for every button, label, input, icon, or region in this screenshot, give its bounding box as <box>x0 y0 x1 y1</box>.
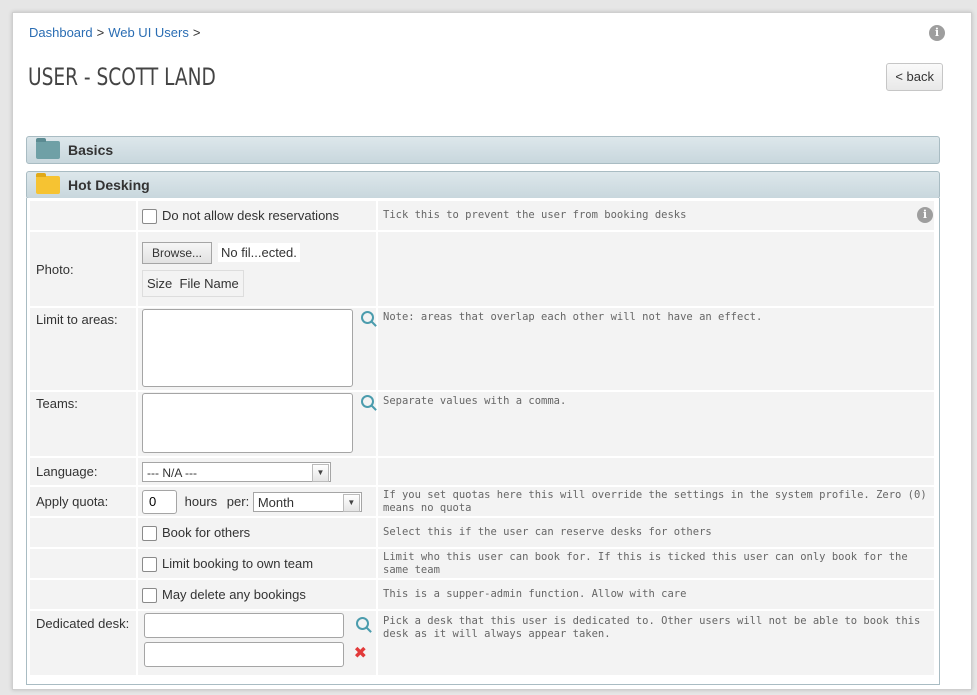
quota-hint: If you set quotas here this will overrid… <box>378 487 934 516</box>
teams-hint: Separate values with a comma. <box>378 392 934 456</box>
breadcrumb: Dashboard > Web UI Users > <box>29 25 204 40</box>
browse-button[interactable]: Browse... <box>142 241 213 264</box>
dedicated-label: Dedicated desk: <box>30 611 136 675</box>
form-control <box>138 308 376 390</box>
areas-textarea[interactable] <box>142 309 353 387</box>
breadcrumb-dashboard-link[interactable]: Dashboard <box>29 25 93 40</box>
form-row-areas: Limit to areas: Note: areas that overlap… <box>30 308 934 390</box>
clear-icon[interactable]: ✖ <box>354 645 367 662</box>
quota-period-value: Month <box>257 494 294 510</box>
form-row-book-others: Book for others Select this if the user … <box>30 518 934 547</box>
no-reservations-label: Do not allow desk reservations <box>162 208 340 224</box>
teams-label: Teams: <box>30 392 136 456</box>
areas-label: Limit to areas: <box>30 308 136 390</box>
form-control <box>138 392 376 456</box>
form-control: Do not allow desk reservations <box>138 201 376 230</box>
teams-textarea[interactable] <box>142 393 353 453</box>
no-reservations-checkbox[interactable] <box>142 208 157 224</box>
form-row-no-reservations: Do not allow desk reservations Tick this… <box>30 201 934 230</box>
chevron-down-icon: ▼ <box>312 463 329 482</box>
file-list-header: Size File Name <box>142 269 244 297</box>
dedicated-desk-input[interactable] <box>144 613 344 638</box>
form-row-quota: Apply quota: hours per: Month ▼ If you se… <box>30 487 934 516</box>
hot-desking-panel-header[interactable]: Hot Desking <box>26 171 940 199</box>
breadcrumb-separator: > <box>96 25 105 40</box>
own-team-checkbox[interactable] <box>142 556 157 572</box>
form-control: --- N/A --- ▼ <box>138 458 376 485</box>
form-row-language: Language: --- N/A --- ▼ <box>30 458 934 485</box>
hot-desking-panel-title: Hot Desking <box>68 177 150 193</box>
quota-period-select[interactable]: Month ▼ <box>252 491 362 512</box>
photo-label: Photo: <box>30 232 136 306</box>
form-row-own-team: Limit booking to own team Limit who this… <box>30 549 934 578</box>
dedicated-hint: Pick a desk that this user is dedicated … <box>378 611 934 675</box>
areas-hint: Note: areas that overlap each other will… <box>378 308 934 390</box>
no-reservations-hint: Tick this to prevent the user from booki… <box>378 201 934 230</box>
quota-label: Apply quota: <box>30 487 136 516</box>
hot-desking-panel-body: Do not allow desk reservations Tick this… <box>26 198 940 685</box>
form-control: Book for others <box>138 518 376 547</box>
book-others-label: Book for others <box>162 525 251 541</box>
main-window: Dashboard > Web UI Users > i USER - SCOTT L… <box>12 12 972 690</box>
form-control: hours per: Month ▼ <box>138 487 376 516</box>
breadcrumb-separator: > <box>192 25 201 40</box>
page-title: USER - SCOTT LAND <box>28 63 216 91</box>
search-icon[interactable] <box>360 311 374 324</box>
search-icon[interactable] <box>355 617 369 630</box>
book-others-checkbox[interactable] <box>142 525 157 541</box>
basics-panel-title: Basics <box>68 142 114 158</box>
delete-any-checkbox[interactable] <box>142 587 157 603</box>
file-size-header: Size <box>147 275 173 291</box>
own-team-label: Limit booking to own team <box>162 556 314 572</box>
dedicated-desk-display[interactable] <box>144 642 344 667</box>
language-label: Language: <box>30 458 136 485</box>
form-control: Browse... No fil...ected. Size File Name <box>138 232 376 306</box>
form-label-empty <box>30 518 136 547</box>
file-name-header: File Name <box>179 275 239 291</box>
form-row-delete-any: May delete any bookings This is a supper… <box>30 580 934 609</box>
file-status-text: No fil...ected. <box>218 243 300 262</box>
form-control: Limit booking to own team <box>138 549 376 578</box>
folder-open-icon <box>36 173 60 194</box>
folder-closed-icon <box>36 138 60 159</box>
quota-per-label: per: <box>226 494 250 509</box>
form-control: ✖ <box>138 611 376 675</box>
delete-any-label: May delete any bookings <box>162 587 306 603</box>
quota-hours-label: hours <box>184 494 218 509</box>
form-label-empty <box>30 580 136 609</box>
language-value: --- N/A --- <box>147 465 197 480</box>
no-reservations-hint-text: Tick this to prevent the user from booki… <box>383 209 687 221</box>
back-button[interactable]: < back <box>886 63 943 91</box>
info-icon[interactable]: i <box>917 207 933 223</box>
chevron-down-icon: ▼ <box>342 493 360 512</box>
delete-any-hint: This is a supper-admin function. Allow w… <box>378 580 934 609</box>
form-row-dedicated-desk: Dedicated desk: ✖ Pick a desk that this … <box>30 611 934 675</box>
language-hint <box>378 458 934 485</box>
breadcrumb-web-ui-users-link[interactable]: Web UI Users <box>108 25 189 40</box>
own-team-hint: Limit who this user can book for. If thi… <box>378 549 934 578</box>
quota-hours-input[interactable] <box>142 489 177 514</box>
form-row-photo: Photo: Browse... No fil...ected. Size Fil… <box>30 232 934 306</box>
search-icon[interactable] <box>360 395 374 408</box>
form-label-empty <box>30 549 136 578</box>
info-icon[interactable]: i <box>929 25 945 41</box>
language-select[interactable]: --- N/A --- ▼ <box>142 461 331 482</box>
photo-hint <box>378 232 934 306</box>
form-control: May delete any bookings <box>138 580 376 609</box>
basics-panel-header[interactable]: Basics <box>26 136 940 164</box>
book-others-hint: Select this if the user can reserve desk… <box>378 518 934 547</box>
hot-desking-form: Do not allow desk reservations Tick this… <box>28 199 936 677</box>
form-row-teams: Teams: Separate values with a comma. <box>30 392 934 456</box>
form-label-empty <box>30 201 136 230</box>
